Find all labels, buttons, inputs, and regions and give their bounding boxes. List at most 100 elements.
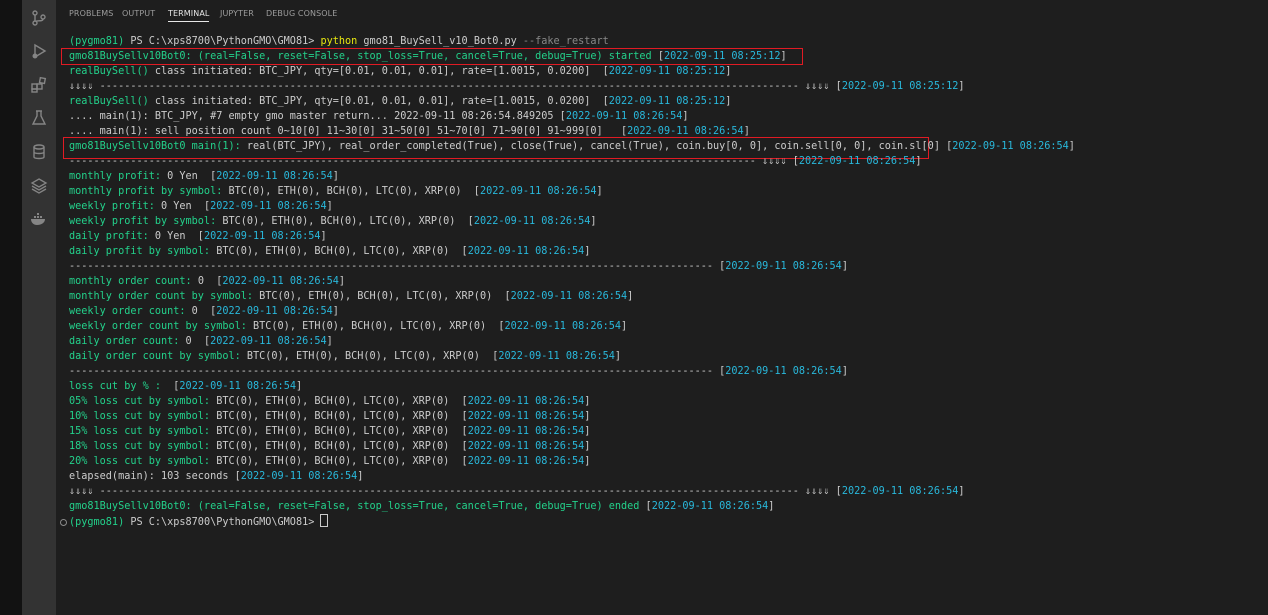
run-debug-icon[interactable] bbox=[29, 41, 49, 61]
terminal-text: weekly profit by symbol: bbox=[69, 216, 223, 227]
terminal-text: ] bbox=[621, 321, 628, 332]
terminal-text: 0 [ bbox=[191, 306, 217, 317]
terminal-text: ] bbox=[725, 96, 732, 107]
terminal-text: gmo81BuySellv10Bot0: (real=False, reset=… bbox=[69, 501, 646, 512]
terminal-text: ] bbox=[915, 156, 922, 167]
terminal-text: ] bbox=[338, 276, 346, 287]
terminal-text: ] bbox=[326, 201, 333, 212]
terminal-text: gmo81BuySellv10Bot0: (real=False, reset=… bbox=[69, 51, 658, 62]
terminal-text: 18% loss cut by symbol: bbox=[69, 441, 217, 452]
terminal-text: daily profit: bbox=[69, 231, 155, 242]
terminal-text: 0 Yen [ bbox=[154, 231, 204, 242]
terminal-text: ] bbox=[958, 486, 965, 497]
layers-icon[interactable] bbox=[29, 176, 49, 196]
terminal-text: 0 [ bbox=[197, 276, 223, 287]
terminal-text: 2022-09-11 08:26:54 bbox=[725, 366, 842, 377]
terminal-text: 2022-09-11 08:26:54 bbox=[479, 186, 597, 197]
terminal-line: weekly profit by symbol: BTC(0), ETH(0),… bbox=[69, 214, 597, 229]
terminal-line: ----------------------------------------… bbox=[69, 364, 848, 379]
terminal-text: ] bbox=[841, 261, 848, 272]
activity-bar bbox=[22, 0, 56, 615]
terminal-text: 2022-09-11 08:25:12 bbox=[608, 66, 726, 77]
terminal-line: elapsed(main): 103 seconds [2022-09-11 0… bbox=[69, 469, 363, 484]
terminal-text: 2022-09-11 08:25:12 bbox=[608, 96, 726, 107]
terminal-text: ] bbox=[1068, 141, 1075, 152]
terminal-line: gmo81BuySellv10Bot0: (real=False, reset=… bbox=[69, 49, 787, 64]
terminal-text: ] bbox=[725, 66, 732, 77]
terminal-text: ] bbox=[584, 456, 591, 467]
terminal-text: 2022-09-11 08:26:54 bbox=[510, 291, 628, 302]
tab-problems[interactable]: PROBLEMS bbox=[69, 9, 113, 18]
docker-icon[interactable] bbox=[29, 209, 49, 229]
terminal-text: 2022-09-11 08:26:54 bbox=[504, 321, 622, 332]
terminal-text: 2022-09-11 08:26:54 bbox=[565, 111, 683, 122]
terminal-text: 0 Yen [ bbox=[167, 171, 217, 182]
terminal-text: 2022-09-11 08:26:54 bbox=[467, 246, 585, 257]
database-icon[interactable] bbox=[29, 142, 49, 162]
terminal-line: gmo81BuySellv10Bot0 main(1): real(BTC_JP… bbox=[69, 139, 1075, 154]
terminal-line: daily profit by symbol: BTC(0), ETH(0), … bbox=[69, 244, 590, 259]
terminal-text: 2022-09-11 08:26:54 bbox=[467, 456, 585, 467]
terminal-text: 2022-09-11 08:26:54 bbox=[467, 396, 585, 407]
terminal-text: class initiated: BTC_JPY, qty=[0.01, 0.0… bbox=[154, 66, 609, 77]
terminal-text: .... main(1): sell position count 0~10[0… bbox=[69, 126, 628, 137]
terminal-line: 20% loss cut by symbol: BTC(0), ETH(0), … bbox=[69, 454, 590, 469]
terminal-text: 10% loss cut by symbol: bbox=[69, 411, 217, 422]
tab-jupyter[interactable]: JUPYTER bbox=[220, 9, 254, 18]
terminal-text: ] bbox=[584, 246, 591, 257]
terminal-text: 2022-09-11 08:26:54 bbox=[498, 351, 615, 362]
terminal-text: ] bbox=[332, 306, 339, 317]
terminal-text: ] bbox=[743, 126, 750, 137]
terminal-line: daily order count by symbol: BTC(0), ETH… bbox=[69, 349, 621, 364]
terminal-text: ] bbox=[326, 336, 333, 347]
terminal-text: 2022-09-11 08:26:54 bbox=[210, 336, 327, 347]
terminal-text: 2022-09-11 08:26:54 bbox=[210, 201, 327, 212]
terminal-text: ] bbox=[584, 426, 591, 437]
terminal-text: BTC(0), ETH(0), BCH(0), LTC(0), XRP(0) [ bbox=[222, 216, 474, 227]
terminal-text: BTC(0), ETH(0), BCH(0), LTC(0), XRP(0) [ bbox=[216, 396, 468, 407]
terminal-text: 2022-09-11 08:26:54 bbox=[467, 411, 585, 422]
terminal-text: gmo81_BuySell_v10_Bot0.py bbox=[363, 36, 523, 47]
panel-tabs: PROBLEMS OUTPUT TERMINAL JUPYTER DEBUG C… bbox=[56, 0, 1268, 28]
terminal-text: BTC(0), ETH(0), BCH(0), LTC(0), XRP(0) [ bbox=[216, 456, 468, 467]
terminal-text: 0 [ bbox=[185, 336, 211, 347]
terminal-text: ] bbox=[357, 471, 364, 482]
terminal-line: monthly order count by symbol: BTC(0), E… bbox=[69, 289, 633, 304]
terminal-text: 2022-09-11 08:26:54 bbox=[798, 156, 916, 167]
terminal-text: 2022-09-11 08:25:12 bbox=[841, 81, 959, 92]
testing-icon[interactable] bbox=[29, 108, 49, 128]
source-control-icon[interactable] bbox=[29, 8, 49, 28]
terminal-text: 2022-09-11 08:26:54 bbox=[240, 471, 358, 482]
terminal-text: ----------------------------------------… bbox=[69, 156, 799, 167]
terminal-text: weekly order count: bbox=[69, 306, 192, 317]
terminal-text: ] bbox=[614, 351, 622, 362]
terminal-text: ] bbox=[682, 111, 689, 122]
terminal-text: (pygmo81) bbox=[69, 36, 131, 47]
terminal-text: PS C:\xps8700\PythonGMO\GMO81> bbox=[130, 517, 321, 528]
terminal-text: realBuySell() bbox=[69, 66, 155, 77]
terminal-text: ] bbox=[958, 81, 965, 92]
terminal-text: python bbox=[320, 36, 364, 47]
tab-output[interactable]: OUTPUT bbox=[122, 9, 155, 18]
tab-terminal[interactable]: TERMINAL bbox=[168, 9, 210, 22]
terminal-text: ] bbox=[768, 501, 775, 512]
extensions-icon[interactable] bbox=[29, 75, 49, 95]
desktop-edge bbox=[0, 0, 22, 615]
terminal-text: daily profit by symbol: bbox=[69, 246, 217, 257]
terminal-text: 2022-09-11 08:26:54 bbox=[216, 306, 333, 317]
terminal-line: (pygmo81) PS C:\xps8700\PythonGMO\GMO81>… bbox=[69, 34, 609, 49]
terminal-text: BTC(0), ETH(0), BCH(0), LTC(0), XRP(0) [ bbox=[216, 411, 468, 422]
terminal-text: 2022-09-11 08:25:12 bbox=[663, 51, 781, 62]
terminal-line: realBuySell() class initiated: BTC_JPY, … bbox=[69, 94, 731, 109]
terminal-text: ] bbox=[584, 411, 591, 422]
terminal-text: ] bbox=[841, 366, 848, 377]
terminal-line: ----------------------------------------… bbox=[69, 259, 848, 274]
terminal-text: BTC(0), ETH(0), BCH(0), LTC(0), XRP(0) [ bbox=[259, 291, 511, 302]
tab-debug-console[interactable]: DEBUG CONSOLE bbox=[266, 9, 337, 18]
terminal-text: ] bbox=[320, 231, 327, 242]
terminal-text: ] bbox=[584, 441, 591, 452]
terminal-text: --fake_restart bbox=[522, 36, 609, 47]
terminal-cursor[interactable] bbox=[320, 514, 329, 527]
terminal-line: realBuySell() class initiated: BTC_JPY, … bbox=[69, 64, 731, 79]
terminal-text: 2022-09-11 08:26:54 bbox=[467, 441, 585, 452]
